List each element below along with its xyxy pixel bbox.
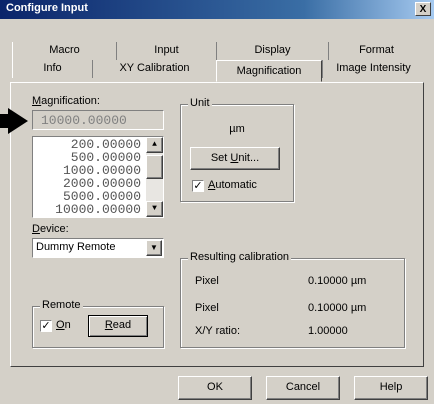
cancel-button[interactable]: Cancel: [266, 376, 340, 400]
remote-on-label: On: [56, 319, 71, 331]
tab-input[interactable]: Input: [116, 42, 216, 60]
calibration-row-label: X/Y ratio:: [195, 325, 241, 337]
ok-button[interactable]: OK: [178, 376, 252, 400]
tab-macro[interactable]: Macro: [12, 42, 116, 60]
scroll-down-button[interactable]: ▼: [146, 201, 163, 217]
tab-magnification[interactable]: Magnification: [216, 60, 322, 82]
chevron-down-icon: ▼: [150, 243, 158, 252]
calibration-row-value: 0.10000 µm: [308, 275, 367, 287]
automatic-checkbox[interactable]: ✓: [192, 180, 204, 192]
tab-label: XY Calibration: [119, 62, 190, 74]
tab-display[interactable]: Display: [216, 42, 328, 60]
calibration-row-label: Pixel: [195, 275, 219, 287]
calibration-row-value: 1.00000: [308, 325, 348, 337]
unit-value: µm: [229, 123, 245, 135]
tab-image-intensity[interactable]: Image Intensity: [322, 60, 424, 78]
tab-label: Format: [359, 44, 394, 56]
magnification-value-field[interactable]: 10000.00000: [32, 110, 164, 130]
close-icon: X: [419, 4, 427, 15]
remote-group-label: Remote: [40, 299, 83, 311]
calibration-row-value: 0.10000 µm: [308, 302, 367, 314]
tab-label: Image Intensity: [336, 62, 411, 74]
scroll-up-button[interactable]: ▲: [146, 137, 163, 153]
set-unit-button[interactable]: Set Unit...: [190, 147, 280, 170]
tab-label: Magnification: [236, 65, 302, 77]
device-select[interactable]: Dummy Remote: [32, 238, 164, 258]
magnification-list[interactable]: 200.00000 500.00000 1000.00000 2000.0000…: [32, 136, 164, 218]
tab-label: Macro: [49, 44, 80, 56]
device-label: Device:: [32, 223, 69, 235]
magnification-label: Magnification:: [32, 95, 100, 107]
calibration-row-label: Pixel: [195, 302, 219, 314]
tab-label: Input: [154, 44, 179, 56]
close-button[interactable]: X: [415, 2, 431, 16]
read-button[interactable]: Read: [88, 315, 148, 337]
window-title: Configure Input: [6, 2, 88, 14]
pointer-arrow-icon: [0, 108, 28, 134]
scroll-thumb[interactable]: [146, 155, 163, 179]
tab-format[interactable]: Format: [328, 42, 424, 60]
device-dropdown-button[interactable]: ▼: [146, 240, 162, 256]
resulting-calibration-label: Resulting calibration: [188, 251, 292, 263]
help-button[interactable]: Help: [354, 376, 428, 400]
tab-label: Info: [43, 62, 62, 74]
tab-info[interactable]: Info: [12, 60, 92, 78]
automatic-label: Automatic: [208, 179, 257, 191]
list-item[interactable]: 10000.00000: [55, 203, 141, 216]
device-selected-value: Dummy Remote: [36, 241, 116, 253]
tab-xy-calibration[interactable]: XY Calibration: [92, 60, 216, 78]
unit-group-label: Unit: [188, 97, 212, 109]
tab-label: Display: [254, 44, 291, 56]
remote-on-checkbox[interactable]: ✓: [40, 320, 52, 332]
